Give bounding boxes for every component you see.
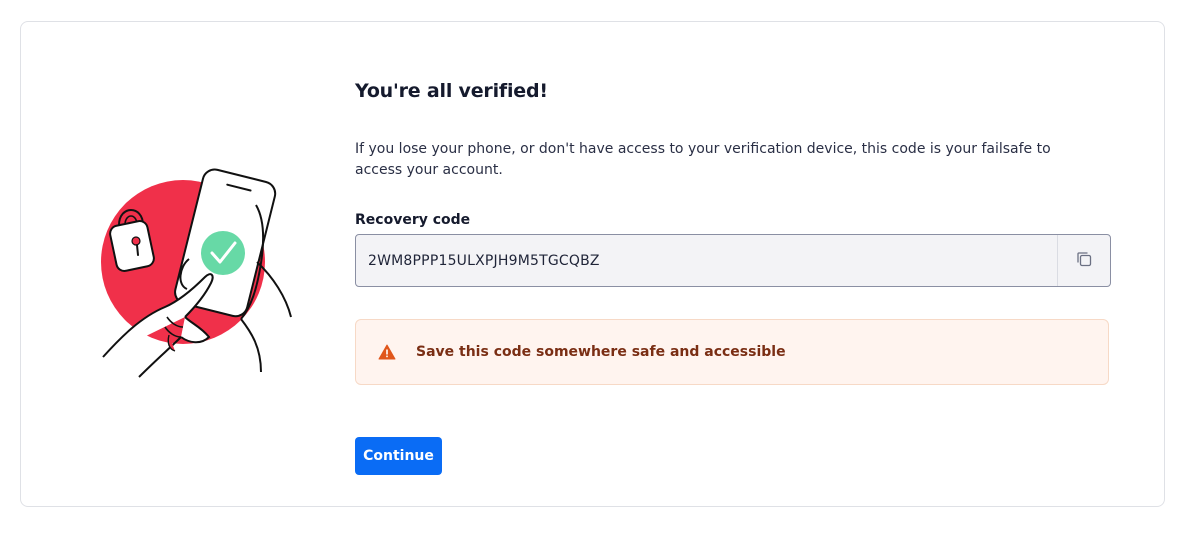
copy-button[interactable]	[1057, 235, 1110, 286]
phone-verified-illustration	[81, 167, 301, 392]
warning-alert: Save this code somewhere safe and access…	[355, 319, 1109, 385]
warning-icon	[378, 344, 396, 360]
recovery-code-value[interactable]: 2WM8PPP15ULXPJH9M5TGCQBZ	[356, 253, 1057, 269]
recovery-description: If you lose your phone, or don't have ac…	[355, 141, 1051, 178]
verification-card: You're all verified! If you lose your ph…	[20, 21, 1165, 507]
copy-icon	[1076, 251, 1092, 271]
continue-button[interactable]: Continue	[355, 437, 442, 475]
warning-text: Save this code somewhere safe and access…	[416, 344, 786, 360]
recovery-code-field[interactable]: 2WM8PPP15ULXPJH9M5TGCQBZ	[355, 234, 1111, 287]
page-title: You're all verified!	[355, 80, 548, 102]
recovery-code-label: Recovery code	[355, 212, 471, 228]
